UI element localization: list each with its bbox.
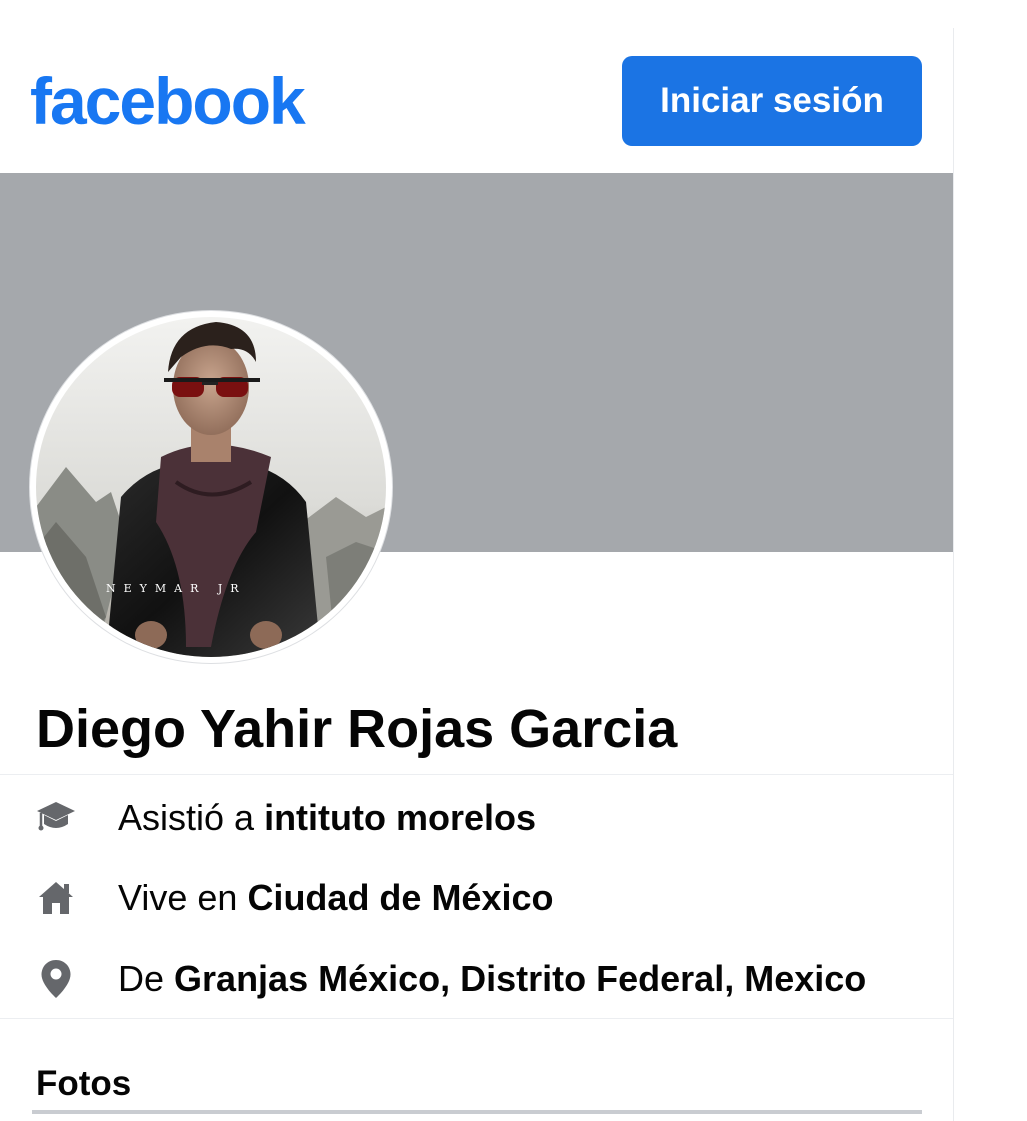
top-spacer xyxy=(0,0,953,28)
info-prefix: Asistió a xyxy=(118,797,265,838)
photos-section-title: Fotos xyxy=(36,1064,132,1103)
home-icon xyxy=(34,876,78,920)
avatar-watermark-text: NEYMAR JR xyxy=(106,582,247,595)
avatar-picture: NEYMAR JR xyxy=(36,317,386,657)
info-value-hometown[interactable]: Granjas México, Distrito Federal, Mexico xyxy=(174,958,866,999)
info-text-hometown: De Granjas México, Distrito Federal, Mex… xyxy=(118,958,866,1000)
photos-grid-edge xyxy=(32,1110,922,1114)
info-text-residence: Vive en Ciudad de México xyxy=(118,877,554,919)
login-button[interactable]: Iniciar sesión xyxy=(622,56,922,146)
profile-name: Diego Yahir Rojas Garcia xyxy=(36,699,678,759)
divider xyxy=(0,1018,953,1019)
info-row-education: Asistió a intituto morelos xyxy=(0,788,953,848)
avatar-image: NEYMAR JR xyxy=(36,317,386,657)
info-prefix: De xyxy=(118,958,175,999)
location-pin-icon xyxy=(34,957,78,1001)
profile-avatar[interactable]: NEYMAR JR xyxy=(30,311,392,663)
info-value-city[interactable]: Ciudad de México xyxy=(247,877,553,918)
info-text-education: Asistió a intituto morelos xyxy=(118,797,536,839)
info-prefix: Vive en xyxy=(118,877,248,918)
info-row-residence: Vive en Ciudad de México xyxy=(0,868,953,928)
divider xyxy=(0,774,953,775)
page-edge xyxy=(953,28,954,1121)
facebook-logo[interactable]: facebook xyxy=(30,68,306,134)
profile-page: facebook Iniciar sesión NEYMAR JR Diego … xyxy=(0,0,953,1121)
info-row-hometown: De Granjas México, Distrito Federal, Mex… xyxy=(0,949,953,1009)
top-header: facebook Iniciar sesión xyxy=(0,28,953,173)
graduation-cap-icon xyxy=(34,796,78,840)
info-value-school[interactable]: intituto morelos xyxy=(264,797,536,838)
